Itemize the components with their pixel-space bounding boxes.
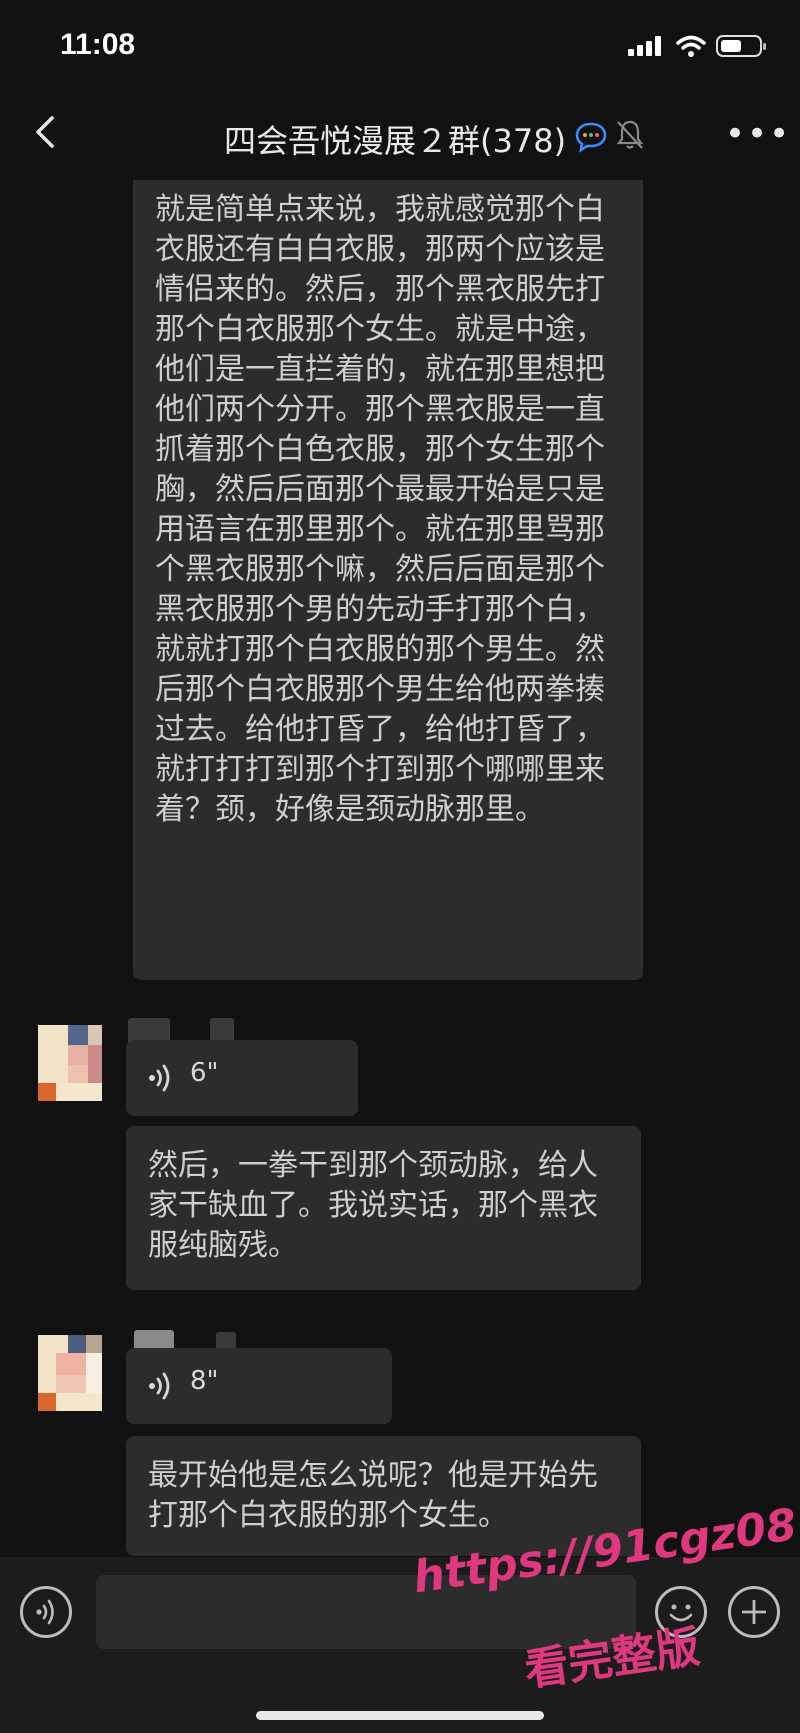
back-icon[interactable]	[26, 112, 66, 152]
battery-icon	[716, 35, 766, 57]
voice-duration: 8"	[190, 1366, 219, 1396]
voice-message[interactable]: 6"	[126, 1040, 358, 1116]
message-bubble: 然后，一拳干到那个颈动脉，给人家干缺血了。我说实话，那个黑衣服纯脑残。	[126, 1126, 641, 1290]
mute-bell-icon	[616, 120, 644, 149]
more-icon[interactable]: •••	[725, 114, 791, 154]
voice-wave-icon	[149, 1064, 170, 1092]
voice-message[interactable]: 8"	[126, 1348, 392, 1424]
voice-duration: 6"	[190, 1058, 219, 1088]
wifi-icon	[676, 35, 706, 57]
plus-icon[interactable]	[728, 1586, 780, 1638]
chat-header: 四会吾悦漫展２群(378) •••	[0, 96, 800, 180]
avatar[interactable]	[38, 1335, 102, 1411]
group-chat-icon	[575, 122, 607, 153]
home-indicator	[256, 1711, 544, 1720]
status-bar: 11:08	[0, 0, 800, 96]
cellular-signal-icon	[628, 36, 661, 56]
status-time: 11:08	[60, 28, 136, 61]
voice-input-icon[interactable]	[20, 1586, 72, 1638]
message-bubble: 就是简单点来说，我就感觉那个白衣服还有白白衣服，那两个应该是情侣来的。然后，那个…	[133, 180, 643, 980]
avatar[interactable]	[38, 1025, 102, 1101]
voice-wave-icon	[149, 1372, 170, 1400]
chat-title: 四会吾悦漫展２群(378)	[224, 122, 567, 160]
